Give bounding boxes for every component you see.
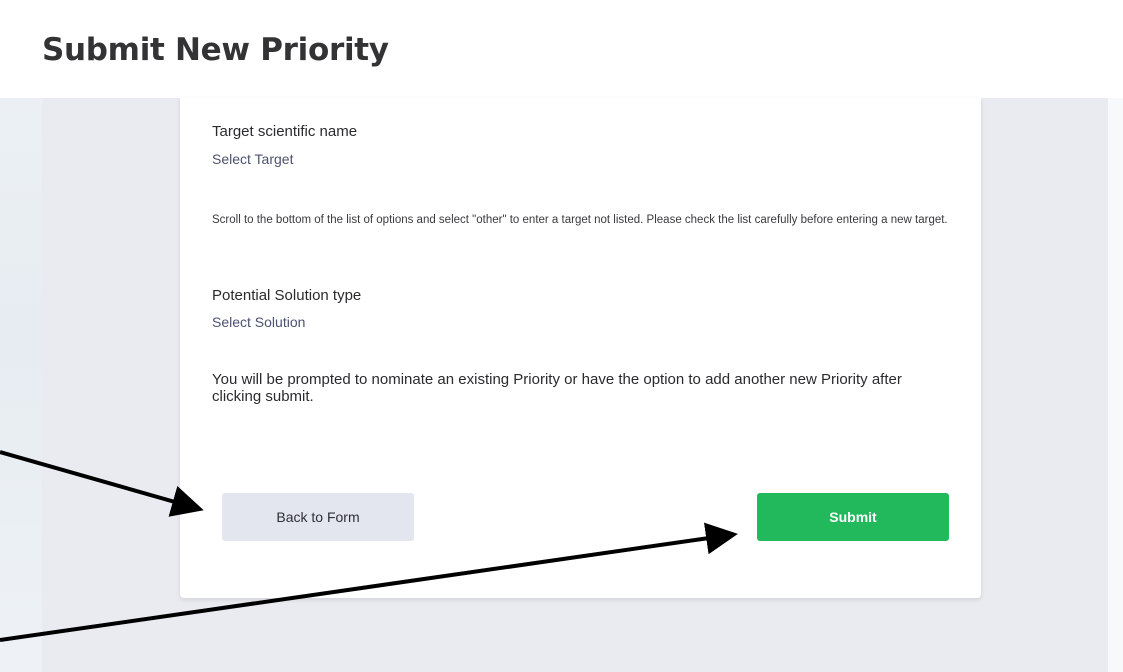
submit-button[interactable]: Submit [757,493,949,541]
right-edge [1108,98,1123,672]
submit-prompt-text: You will be prompted to nominate an exis… [212,371,902,405]
solution-field-label: Potential Solution type [212,287,362,304]
page-header: Submit New Priority [0,0,1123,98]
form-card: Target scientific name Select Target Scr… [180,98,981,598]
page-title: Submit New Priority [42,32,389,68]
target-select[interactable]: Select Target [212,151,293,167]
back-to-form-button[interactable]: Back to Form [222,493,414,541]
target-help-text: Scroll to the bottom of the list of opti… [212,214,948,226]
target-field-label: Target scientific name [212,123,358,140]
solution-select[interactable]: Select Solution [212,314,305,330]
